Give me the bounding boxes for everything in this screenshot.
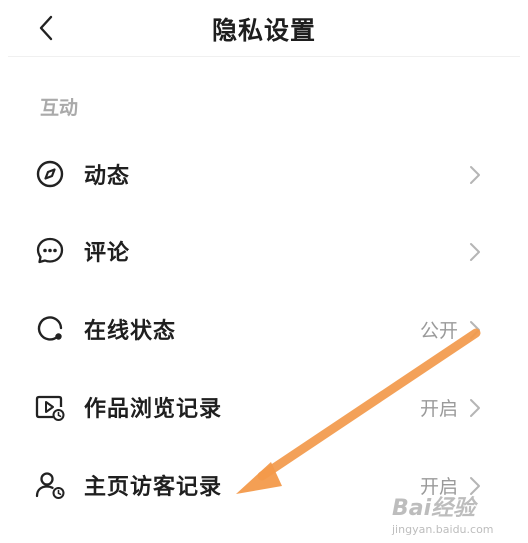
- row-label: 主页访客记录: [84, 475, 223, 500]
- page-title: 隐私设置: [211, 16, 316, 45]
- visitor-history-icon: [33, 468, 67, 502]
- row-value: 开启: [419, 398, 458, 420]
- comment-bubble-icon: [33, 234, 67, 268]
- compass-icon: [33, 157, 67, 191]
- settings-row-online-status[interactable]: 在线状态 公开: [0, 298, 528, 360]
- watermark-logo: Bai经验: [392, 496, 476, 521]
- online-status-icon: [33, 312, 67, 346]
- row-label: 动态: [84, 164, 131, 189]
- chevron-right-icon: [470, 321, 480, 339]
- row-value: 公开: [419, 320, 458, 342]
- header-divider: [8, 56, 520, 57]
- watermark-url: jingyan.baidu.com: [392, 523, 494, 536]
- watermark: Bai经验 jingyan.baidu.com: [392, 490, 522, 540]
- section-title: 互动: [40, 97, 79, 119]
- top-bar: 隐私设置: [0, 0, 528, 56]
- settings-row-comments[interactable]: 评论: [0, 220, 528, 282]
- settings-row-work-view-history[interactable]: 作品浏览记录 开启: [0, 376, 528, 438]
- row-label: 评论: [84, 241, 131, 266]
- chevron-right-icon: [470, 166, 480, 184]
- row-label: 作品浏览记录: [84, 397, 223, 422]
- row-label: 在线状态: [84, 319, 177, 344]
- settings-row-dynamics[interactable]: 动态: [0, 143, 528, 205]
- chevron-right-icon: [470, 399, 480, 417]
- chevron-right-icon: [470, 243, 480, 261]
- video-history-icon: [33, 390, 67, 424]
